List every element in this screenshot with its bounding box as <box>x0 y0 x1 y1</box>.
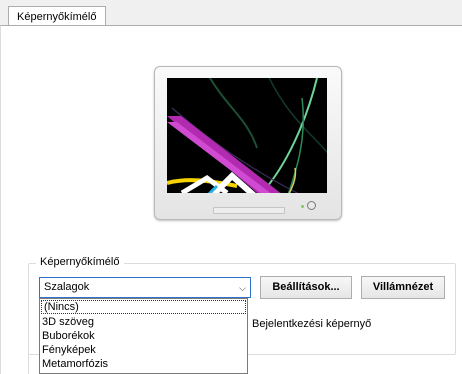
group-title: Képernyőkímélő <box>36 256 124 268</box>
logon-screen-label[interactable]: Bejelentkezési képernyő <box>252 318 371 330</box>
power-button-icon <box>307 201 316 210</box>
settings-button[interactable]: Beállítások... <box>260 276 352 299</box>
option-item[interactable]: (Nincs) <box>41 300 246 314</box>
option-item[interactable]: Metamorfózis <box>40 357 247 371</box>
power-led <box>301 205 304 208</box>
chevron-down-icon[interactable]: ⌵ <box>239 283 246 294</box>
screensaver-dropdown[interactable]: Szalagok ⌵ <box>39 277 251 298</box>
divider <box>28 352 29 374</box>
option-item[interactable]: Buborékok <box>40 329 247 343</box>
preview-screen <box>167 78 327 193</box>
tab-strip: Képernyőkímélő <box>0 0 462 26</box>
disk-drive-slot <box>213 207 285 214</box>
ribbons-preview-graphic <box>167 78 327 193</box>
screensaver-options-list[interactable]: (Nincs) 3D szöveg Buborékok Fényképek Me… <box>39 298 248 374</box>
option-item[interactable]: 3D szöveg <box>40 315 247 329</box>
preview-button[interactable]: Villámnézet <box>361 276 445 299</box>
tab-screensaver[interactable]: Képernyőkímélő <box>8 6 106 26</box>
option-item[interactable]: Fényképek <box>40 343 247 357</box>
monitor-preview <box>154 66 342 220</box>
dropdown-selected-value: Szalagok <box>44 281 90 293</box>
